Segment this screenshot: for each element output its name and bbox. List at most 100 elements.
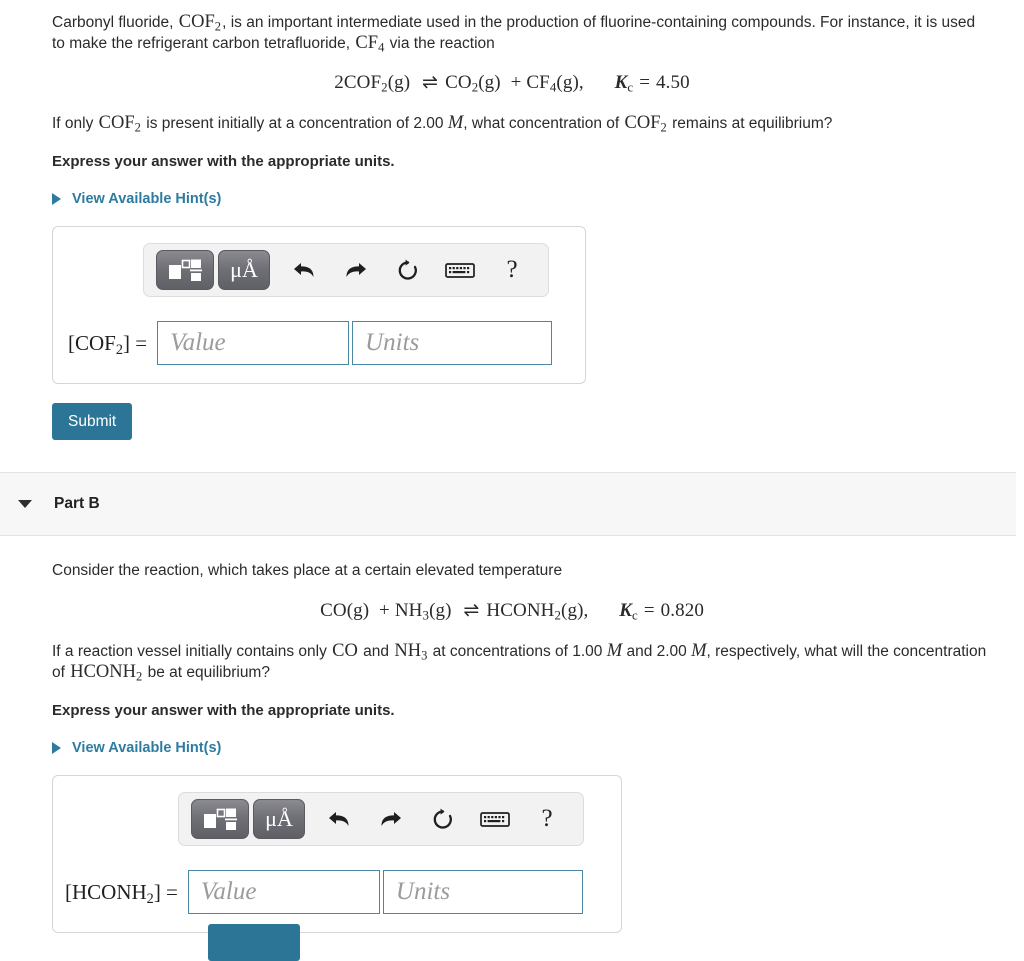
help-button[interactable]: ? — [488, 250, 536, 290]
question-unit-molar: M — [447, 113, 464, 133]
eq-b-kc-sub: c — [632, 607, 638, 623]
question-b-text-6: be at equilibrium? — [143, 664, 270, 681]
undo-button[interactable] — [280, 250, 328, 290]
reset-button[interactable] — [384, 250, 432, 290]
eq-b-reactant1: CO — [320, 600, 347, 621]
formula-cf4: CF4 — [355, 33, 385, 55]
part-b-section: Consider the reaction, which takes place… — [0, 536, 1024, 961]
part-b-value-input[interactable] — [187, 870, 380, 914]
part-a-answer-box: μÅ ? [COF2] = Value Units — [52, 226, 586, 384]
question-b-text-4: and 2.00 — [622, 643, 692, 660]
eq-plus: + — [510, 72, 522, 93]
redo-arrow-icon — [381, 812, 401, 826]
eq-product1: CO — [445, 72, 472, 93]
keyboard-icon — [445, 263, 475, 278]
part-b-equation: CO(g) + NH3(g) ⇌ HCONH2(g), Kc = 0.820 — [52, 599, 972, 622]
caret-right-icon — [52, 742, 61, 754]
eq-product2-state: (g), — [556, 72, 584, 93]
math-template-button[interactable] — [191, 799, 249, 839]
redo-button[interactable] — [332, 250, 380, 290]
part-a-section: Carbonyl fluoride, COF2, is an important… — [0, 0, 1024, 440]
part-b-units-input[interactable] — [382, 870, 583, 914]
eq-equilibrium-arrow: ⇌ — [422, 72, 439, 93]
eq-b-reactant2-state: (g) — [429, 600, 452, 621]
question-b-text-3: at concentrations of 1.00 — [428, 643, 607, 660]
eq-b-kc-symbol: K — [619, 600, 632, 621]
eq-b-product-state: (g), — [561, 600, 589, 621]
part-a-equation: 2COF2(g) ⇌ CO2(g) + CF4(g), Kc = 4.50 — [52, 71, 972, 94]
question-b-text-2: and — [358, 643, 394, 660]
help-label: ? — [541, 805, 553, 832]
eq-b-plus: + — [379, 600, 390, 621]
reset-circular-arrow-icon — [398, 259, 417, 280]
eq-kc-symbol: K — [614, 72, 628, 93]
eq-b-reactant1-state: (g) — [346, 600, 370, 621]
part-a-question: If only COF2 is present initially at a c… — [52, 113, 992, 134]
formula-cof2: COF2 — [178, 12, 222, 34]
units-button[interactable]: μÅ — [253, 799, 305, 839]
math-template-icon — [169, 259, 202, 281]
redo-arrow-icon — [346, 263, 366, 277]
view-hints-label: View Available Hint(s) — [72, 191, 222, 207]
eq-b-product: HCONH — [486, 600, 555, 621]
reset-circular-arrow-icon — [433, 808, 452, 829]
redo-button[interactable] — [367, 799, 415, 839]
reset-button[interactable] — [419, 799, 467, 839]
question-text-2: is present initially at a concentration … — [141, 115, 448, 132]
part-a-value-input[interactable] — [157, 321, 350, 365]
help-button[interactable]: ? — [523, 799, 571, 839]
math-template-icon — [204, 808, 237, 830]
question-b-species-hconh2: HCONH2 — [70, 662, 143, 684]
part-b-answer-label: [HCONH2] = — [65, 879, 178, 907]
keyboard-button[interactable] — [471, 799, 519, 839]
eq-b-equilibrium-arrow: ⇌ — [463, 600, 480, 621]
question-b-text-1: If a reaction vessel initially contains … — [52, 643, 332, 660]
part-b-instruction: Express your answer with the appropriate… — [52, 702, 395, 719]
part-b-answer-field-row: [HCONH2] = — [65, 870, 583, 914]
undo-button[interactable] — [315, 799, 363, 839]
question-text-3: , what concentration of — [463, 115, 624, 132]
question-species2-cof2: COF2 — [624, 113, 667, 135]
part-a-instruction: Express your answer with the appropriate… — [52, 153, 395, 170]
question-b-species-co: CO — [332, 641, 358, 661]
view-hints-label: View Available Hint(s) — [72, 740, 222, 756]
part-b-answer-box: μÅ ? [HCONH2] = Value Units — [52, 775, 622, 961]
question-species-cof2: COF2 — [98, 113, 141, 135]
part-a-answer-field-row: [COF2] = — [68, 321, 553, 365]
part-b-submit-button-partial[interactable] — [208, 924, 300, 961]
question-text-4: remains at equilibrium? — [667, 115, 833, 132]
part-a-units-input[interactable] — [352, 321, 553, 365]
undo-arrow-icon — [329, 812, 349, 826]
eq-reactant: COF — [343, 72, 382, 93]
part-b-view-hints-link[interactable]: View Available Hint(s) — [52, 740, 972, 756]
part-a-toolbar: μÅ ? — [143, 243, 549, 297]
part-a-submit-button[interactable]: Submit — [52, 403, 133, 440]
part-a-intro-paragraph: Carbonyl fluoride, COF2, is an important… — [52, 12, 982, 54]
math-template-button[interactable] — [156, 250, 214, 290]
part-b-toolbar: μÅ ? — [178, 792, 584, 846]
part-b-question: If a reaction vessel initially contains … — [52, 641, 1002, 683]
eq-b-kc-value: 0.820 — [660, 600, 704, 621]
eq-reactant-state: (g) — [387, 72, 411, 93]
part-b-intro: Consider the reaction, which takes place… — [52, 562, 563, 579]
part-b-header[interactable]: Part B — [0, 472, 1016, 536]
keyboard-button[interactable] — [436, 250, 484, 290]
units-button[interactable]: μÅ — [218, 250, 270, 290]
question-text-1: If only — [52, 115, 98, 132]
eq-coefficient: 2 — [334, 72, 344, 93]
eq-kc-value: 4.50 — [656, 72, 690, 93]
undo-arrow-icon — [294, 263, 314, 277]
question-b-species-nh3: NH3 — [394, 641, 428, 663]
keyboard-icon — [480, 812, 510, 827]
chevron-down-icon[interactable] — [18, 500, 32, 508]
question-b-unit-1: M — [606, 641, 623, 661]
eq-product1-state: (g) — [478, 72, 501, 93]
help-label: ? — [506, 256, 518, 283]
part-a-view-hints-link[interactable]: View Available Hint(s) — [52, 191, 972, 207]
units-label: μÅ — [230, 257, 258, 282]
eq-b-reactant2: NH — [394, 600, 423, 621]
part-b-title: Part B — [54, 495, 100, 512]
assignment-page: Carbonyl fluoride, COF2, is an important… — [0, 0, 1024, 961]
eq-product2: CF — [526, 72, 550, 93]
intro-text-3: via the reaction — [385, 35, 495, 52]
